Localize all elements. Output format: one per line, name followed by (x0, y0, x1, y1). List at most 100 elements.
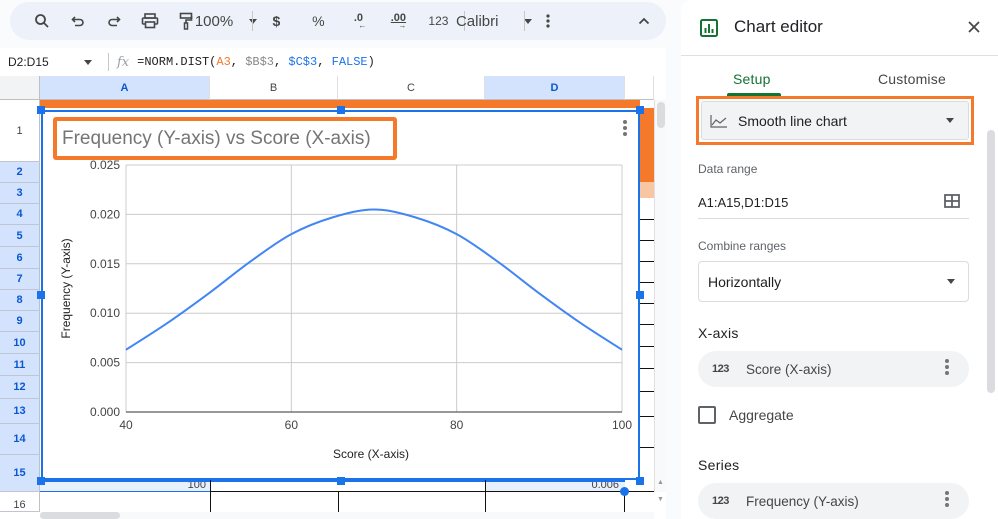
row-header-7[interactable]: 7 (0, 269, 40, 290)
x-axis-item-label: Score (X-axis) (746, 361, 832, 377)
select-range-grid-icon[interactable] (944, 194, 960, 208)
row-header-15[interactable]: 15 (0, 455, 40, 492)
row-header-1[interactable]: 1 (0, 100, 40, 162)
scroll-down-arrow[interactable]: ▼ (657, 496, 664, 503)
currency-format-button[interactable]: $ (262, 7, 290, 35)
row-header-8[interactable]: 8 (0, 290, 40, 311)
row-border (640, 261, 654, 262)
column-header-d[interactable]: D (485, 76, 625, 100)
row-header-3[interactable]: 3 (0, 183, 40, 204)
y-tick-label: 0.005 (90, 356, 120, 370)
print-button[interactable] (136, 7, 164, 35)
row-header-10[interactable]: 10 (0, 332, 40, 354)
scroll-up-arrow[interactable]: ▲ (657, 479, 664, 486)
resize-handle-right[interactable] (636, 291, 644, 299)
chart-type-value: Smooth line chart (738, 112, 847, 129)
y-tick-label: 0.010 (90, 306, 120, 320)
collapse-toolbar-button[interactable] (630, 7, 658, 35)
search-icon (35, 14, 49, 28)
chevron-down-icon (947, 279, 955, 284)
print-icon (141, 13, 159, 29)
data-range-input[interactable]: A1:A15,D1:D15 (698, 195, 788, 210)
redo-button[interactable] (100, 7, 128, 35)
embedded-chart[interactable]: Frequency (Y-axis) vs Score (X-axis) 0.0… (41, 110, 640, 480)
more-options-button[interactable] (534, 7, 562, 35)
horizontal-scroll-thumb[interactable] (40, 512, 120, 519)
percent-format-button[interactable]: % (304, 7, 332, 35)
tab-customise[interactable]: Customise (878, 71, 946, 87)
select-all-corner[interactable] (0, 76, 40, 100)
chart-type-select[interactable]: Smooth line chart (701, 101, 969, 140)
row-header-5[interactable]: 5 (0, 225, 40, 247)
y-axis-title: Frequency (Y-axis) (59, 238, 73, 338)
name-box-value: D2:D15 (8, 55, 49, 69)
x-axis-section-label: X-axis (698, 325, 739, 341)
formula-sep: , (230, 55, 246, 69)
row-border (640, 240, 654, 241)
font-value: Calibri (455, 12, 499, 30)
y-tick-label: 0.020 (90, 207, 120, 221)
column-border (210, 480, 211, 512)
tab-setup[interactable]: Setup (733, 71, 771, 87)
chevron-up-icon (638, 17, 650, 25)
combine-ranges-select[interactable]: Horizontally (698, 261, 969, 302)
row-header-11[interactable]: 11 (0, 354, 40, 376)
fx-icon: fx (117, 54, 130, 70)
chevron-down-icon (249, 18, 258, 24)
aggregate-checkbox[interactable] (698, 406, 716, 424)
resize-handle-left[interactable] (37, 291, 45, 299)
chart-editor-scrollbar[interactable] (987, 130, 995, 393)
resize-handle-bottom[interactable] (337, 477, 345, 485)
undo-button[interactable] (64, 7, 92, 35)
name-box[interactable]: D2:D15 (0, 55, 100, 69)
vertical-scroll-thumb[interactable] (657, 102, 665, 128)
fill-handle[interactable] (620, 487, 629, 496)
y-tick-label: 0.015 (90, 257, 120, 271)
formula-input[interactable]: =NORM.DIST(A3, $B$3, $C$3, FALSE) (137, 55, 375, 69)
close-icon[interactable] (965, 18, 983, 36)
series-item-menu[interactable] (939, 491, 955, 511)
series-line (125, 208, 623, 351)
series-item[interactable]: 123 Frequency (Y-axis) (698, 483, 969, 519)
more-vert-icon (945, 359, 949, 363)
header-cell-highlight (640, 108, 654, 182)
chart-editor-title: Chart editor (734, 17, 823, 36)
row-header-2[interactable]: 2 (0, 162, 40, 183)
row-header-13[interactable]: 13 (0, 399, 40, 424)
resize-handle-bottom-right[interactable] (636, 477, 644, 485)
row-header-16[interactable]: 16 (0, 492, 40, 512)
horizontal-scrollbar[interactable] (40, 512, 654, 519)
chevron-down-icon (84, 59, 92, 65)
row-border (640, 324, 654, 325)
row-border (210, 491, 654, 492)
more-formats-button[interactable]: 123 (424, 7, 452, 35)
cell-a15[interactable]: 100 (40, 480, 210, 492)
decrease-decimal-button[interactable]: .0 ← (344, 7, 372, 35)
row-header-12[interactable]: 12 (0, 376, 40, 399)
row-header-4[interactable]: 4 (0, 204, 40, 225)
vertical-scrollbar[interactable] (654, 100, 666, 492)
resize-handle-top[interactable] (337, 106, 345, 114)
column-header-e[interactable] (625, 76, 654, 100)
zoom-select[interactable]: 100% (195, 7, 258, 35)
formula-bar: D2:D15 fx =NORM.DIST(A3, $B$3, $C$3, FAL… (0, 48, 666, 76)
row-header-6[interactable]: 6 (0, 247, 40, 269)
x-axis-item-menu[interactable] (939, 359, 955, 379)
row-header-9[interactable]: 9 (0, 311, 40, 332)
resize-handle-bottom-left[interactable] (37, 477, 45, 485)
formula-suffix: ) (367, 55, 375, 69)
column-header-b[interactable]: B (210, 76, 338, 100)
search-menus-button[interactable] (28, 7, 56, 35)
increase-decimal-button[interactable]: .00 → (384, 7, 412, 35)
formula-ref-c3: $C$3 (288, 55, 318, 69)
chart-editor-header: Chart editor (681, 0, 998, 56)
x-axis-item[interactable]: 123 Score (X-axis) (698, 351, 969, 387)
row-border (640, 282, 654, 283)
row-header-14[interactable]: 14 (0, 424, 40, 455)
column-header-c[interactable]: C (338, 76, 485, 100)
resize-handle-top-left[interactable] (37, 106, 45, 114)
font-select[interactable]: Calibri (456, 7, 533, 35)
toolbar: 100% $ % .0 ← .00 → 123 Calibri (10, 2, 666, 40)
resize-handle-top-right[interactable] (636, 106, 644, 114)
column-header-a[interactable]: A (40, 76, 210, 100)
